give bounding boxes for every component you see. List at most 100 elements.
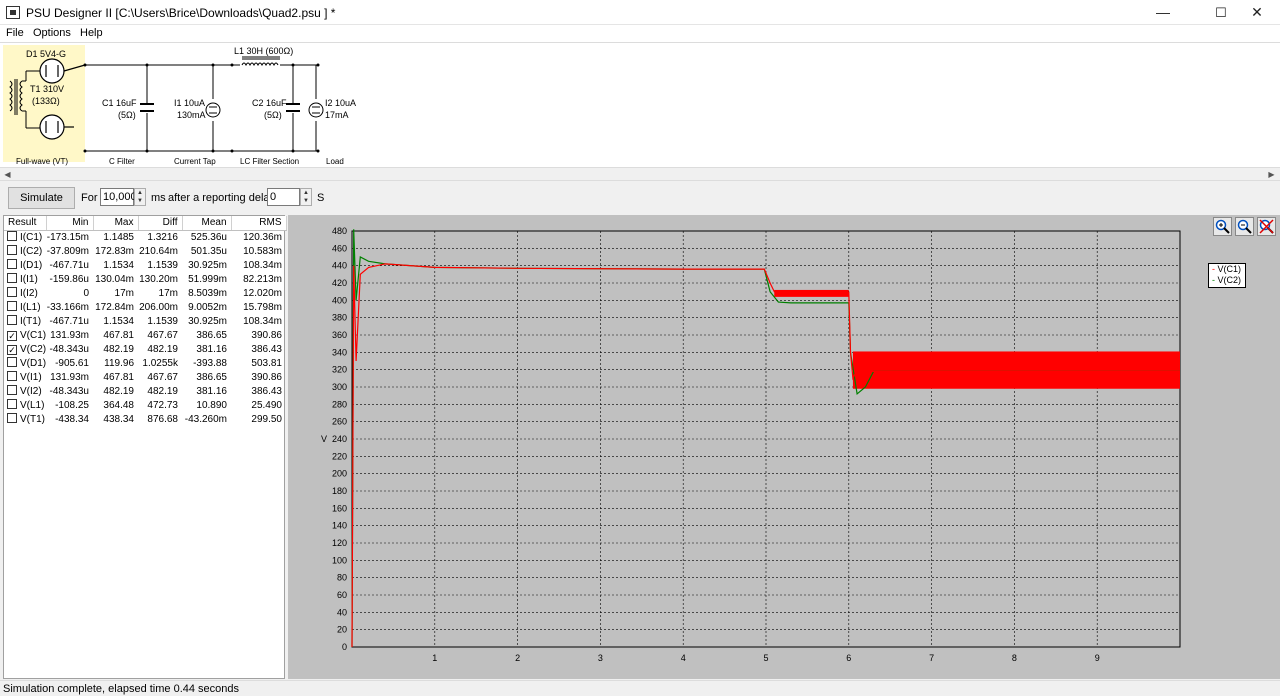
y-tick-label: 340 [332, 347, 347, 357]
result-checkbox[interactable] [7, 385, 17, 395]
col-diff[interactable]: Diff [138, 216, 183, 231]
result-name: V(L1) [4, 398, 46, 412]
x-tick-label: 4 [681, 653, 686, 663]
result-row[interactable]: I(L1) -33.166m 172.84m 206.00m 9.0052m 15.798… [4, 300, 286, 314]
zoom-out-button[interactable] [1235, 217, 1254, 236]
col-result[interactable]: Result [4, 216, 47, 231]
result-row[interactable]: I(C2) -37.809m 172.83m 210.64m 501.35u 10.583… [4, 244, 286, 258]
result-max: 1.1485 [103, 231, 134, 243]
result-label: V(C2) [20, 343, 46, 355]
result-diff: 1.1539 [147, 259, 178, 271]
col-rms[interactable]: RMS [231, 216, 287, 231]
result-row[interactable]: I(I1) -159.86u 130.04m 130.20m 51.999m 82.213… [4, 272, 286, 286]
close-button[interactable]: ✕ [1234, 0, 1280, 25]
y-tick-label: 80 [337, 573, 347, 583]
legend-item-vc2: - V(C2) [1212, 275, 1242, 285]
result-row[interactable]: V(D1) -905.61 119.96 1.0255k -393.88 503.81 [4, 356, 286, 370]
result-mean: 51.999m [188, 273, 227, 285]
result-mean: 30.925m [188, 315, 227, 327]
result-diff: 1.0255k [142, 357, 178, 369]
ms-label: ms [151, 192, 166, 204]
result-label: V(C1) [20, 329, 46, 341]
result-row[interactable]: I(I2) 0 17m 17m 8.5039m 12.020m [4, 286, 286, 300]
result-max: 130.04m [95, 273, 134, 285]
capacitor-c1[interactable] [140, 103, 154, 112]
result-min: -37.809m [46, 245, 89, 257]
duration-input[interactable]: 10,000 [100, 188, 137, 206]
menu-options[interactable]: Options [33, 27, 71, 39]
result-checkbox[interactable] [7, 273, 17, 283]
schematic-scrollbar[interactable]: ◀ ▶ [0, 167, 1280, 181]
result-name: I(L1) [4, 300, 46, 314]
result-mean: 8.5039m [188, 287, 227, 299]
result-label: I(I2) [20, 288, 38, 299]
col-max[interactable]: Max [93, 216, 139, 231]
col-min[interactable]: Min [46, 216, 94, 231]
result-checkbox[interactable] [7, 413, 17, 423]
plot-area: 0 20 40 60 80 100 120 140 160 180 200 220 240 260 280 3… [288, 215, 1280, 679]
menu-bar: File Options Help [0, 25, 1280, 43]
result-name: V(I2) [4, 384, 46, 398]
result-row[interactable]: ✓ V(C2) -48.343u 482.19 482.19 381.16 386.43 [4, 342, 286, 356]
y-tick-label: 360 [332, 330, 347, 340]
result-checkbox[interactable] [7, 315, 17, 325]
current-source-i1[interactable] [205, 102, 221, 118]
result-row[interactable]: V(L1) -108.25 364.48 472.73 10.890 25.490 [4, 398, 286, 412]
result-row[interactable]: I(D1) -467.71u 1.1534 1.1539 30.925m 108.34m [4, 258, 286, 272]
result-max: 467.81 [103, 329, 134, 341]
y-tick-label: 200 [332, 469, 347, 479]
result-row[interactable]: I(C1) -173.15m 1.1485 1.3216 525.36u 120.36m [4, 230, 286, 244]
zoom-reset-button[interactable] [1257, 217, 1276, 236]
result-mean: 386.65 [196, 329, 227, 341]
menu-file[interactable]: File [6, 27, 24, 39]
zoom-in-button[interactable] [1213, 217, 1232, 236]
window-title: PSU Designer II [C:\Users\Brice\Download… [26, 6, 336, 20]
legend-item-vc1: - V(C1) [1212, 264, 1242, 274]
result-checkbox[interactable] [7, 399, 17, 409]
result-row[interactable]: ✓ V(C1) 131.93m 467.81 467.67 386.65 390.86 [4, 328, 286, 342]
inductor-l1[interactable] [241, 56, 280, 67]
label-t1-r: (133Ω) [32, 96, 60, 106]
result-checkbox[interactable]: ✓ [7, 344, 17, 355]
duration-spinner[interactable]: ▲ ▼ [134, 188, 146, 206]
result-max: 172.83m [95, 245, 134, 257]
simulate-button[interactable]: Simulate [8, 187, 75, 209]
delay-spinner[interactable]: ▲ ▼ [300, 188, 312, 206]
delay-input[interactable]: 0 [267, 188, 300, 206]
result-checkbox[interactable] [7, 245, 17, 255]
result-rms: 108.34m [243, 259, 282, 271]
result-mean: 381.16 [196, 385, 227, 397]
result-row[interactable]: V(I1) 131.93m 467.81 467.67 386.65 390.86 [4, 370, 286, 384]
scroll-right-icon[interactable]: ▶ [1265, 169, 1278, 180]
result-min: -467.71u [49, 315, 89, 327]
result-checkbox[interactable] [7, 357, 17, 367]
y-tick-label: 20 [337, 625, 347, 635]
y-tick-label: 120 [332, 538, 347, 548]
current-source-i2[interactable] [308, 102, 324, 118]
result-row[interactable]: I(T1) -467.71u 1.1534 1.1539 30.925m 108.34m [4, 314, 286, 328]
capacitor-c2[interactable] [286, 103, 300, 112]
menu-help[interactable]: Help [80, 27, 103, 39]
result-max: 467.81 [103, 371, 134, 383]
voltage-chart[interactable]: 0 20 40 60 80 100 120 140 160 180 200 220 240 260 280 3… [288, 215, 1280, 679]
y-tick-label: 40 [337, 607, 347, 617]
result-row[interactable]: V(I2) -48.343u 482.19 482.19 381.16 386.43 [4, 384, 286, 398]
minimize-button[interactable]: — [1140, 0, 1186, 25]
result-checkbox[interactable] [7, 231, 17, 242]
result-name: I(I2) [4, 286, 46, 300]
result-diff: 482.19 [147, 343, 178, 355]
result-checkbox[interactable]: ✓ [7, 330, 17, 341]
result-checkbox[interactable] [7, 259, 17, 269]
result-name: I(T1) [4, 314, 46, 328]
result-row[interactable]: V(T1) -438.34 438.34 876.68 -43.260m 299.50 [4, 412, 286, 426]
results-table: Result Min Max Diff Mean RMS I(C1) -173.1… [4, 216, 287, 426]
result-mean: 501.35u [190, 245, 227, 257]
scroll-left-icon[interactable]: ◀ [1, 169, 14, 180]
result-checkbox[interactable] [7, 287, 17, 297]
result-checkbox[interactable] [7, 371, 17, 381]
y-tick-label: 440 [332, 261, 347, 271]
result-checkbox[interactable] [7, 301, 17, 311]
col-mean[interactable]: Mean [182, 216, 232, 231]
y-tick-label: 60 [337, 590, 347, 600]
label-i1-val: 130mA [177, 110, 206, 120]
